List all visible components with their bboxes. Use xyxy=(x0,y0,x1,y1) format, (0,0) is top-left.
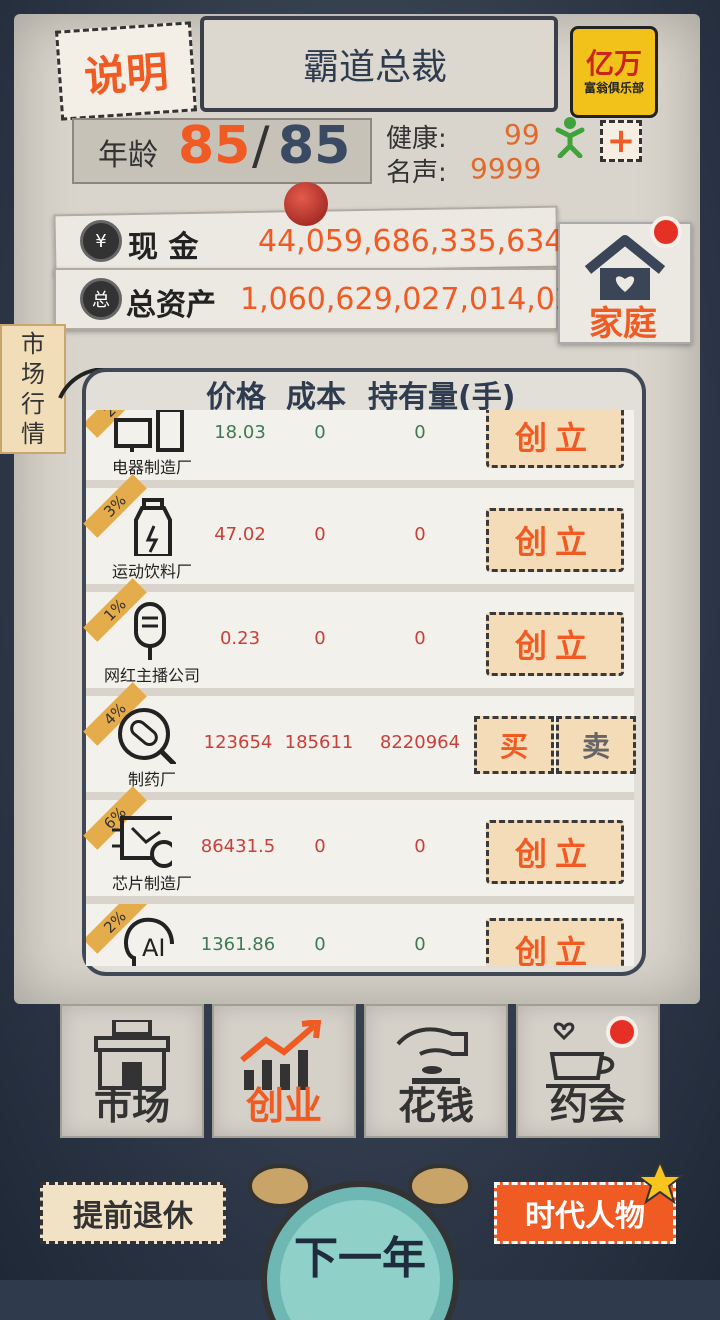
coins-stack-icon: 总 xyxy=(80,278,122,320)
buy-button[interactable]: 买 xyxy=(474,716,554,774)
create-button[interactable]: 创立 xyxy=(486,508,624,572)
item-price: 0.23 xyxy=(219,628,261,649)
sell-button[interactable]: 卖 xyxy=(556,716,636,774)
item-price: 1361.86 xyxy=(200,934,276,955)
item-holding: 8220964 xyxy=(379,732,461,753)
age-max: 85 xyxy=(278,116,351,176)
page-title: 霸道总裁 xyxy=(302,47,447,88)
age-label: 年龄 xyxy=(98,138,158,173)
home-label: 家庭 xyxy=(589,304,657,344)
club-subtitle: 富翁俱乐部 xyxy=(583,80,644,95)
create-button[interactable]: 创立 xyxy=(486,918,624,966)
ai-icon: AI xyxy=(123,917,174,966)
nav-label: 市场 xyxy=(93,1084,170,1128)
item-name: 制药厂 xyxy=(127,770,176,789)
dating-notification-dot xyxy=(606,1016,638,1048)
item-holding: 0 xyxy=(414,524,426,545)
fame-label: 名声: xyxy=(386,158,447,188)
item-price: 18.03 xyxy=(214,422,266,443)
explain-button[interactable]: 说明 xyxy=(55,21,197,121)
item-cost: 0 xyxy=(314,524,326,545)
factory-icon xyxy=(114,410,184,452)
nav-label: 创业 xyxy=(245,1084,322,1128)
nav-label: 约会 xyxy=(549,1084,626,1128)
item-name: 芯片制造厂 xyxy=(111,874,192,893)
item-cost: 0 xyxy=(314,628,326,649)
list-item: 6% 芯片制造厂 86431.5 0 0 创立 xyxy=(83,786,634,904)
health-value: 99 xyxy=(504,118,540,151)
pushpin-icon xyxy=(284,182,328,226)
item-name: 网红主播公司 xyxy=(103,666,200,685)
health-label: 健康: xyxy=(386,124,447,154)
item-cost: 185611 xyxy=(284,732,354,753)
nav-market[interactable]: 市场 xyxy=(60,1004,204,1138)
bottle-icon xyxy=(134,498,172,556)
create-button[interactable]: 创立 xyxy=(486,820,624,884)
item-holding: 0 xyxy=(414,836,426,857)
item-holding: 0 xyxy=(414,422,426,443)
age-separator: / xyxy=(252,116,270,176)
add-health-button[interactable]: + xyxy=(600,120,642,162)
microphone-icon xyxy=(134,602,166,660)
list-item: 1% 网红主播公司 0.23 0 0 创立 xyxy=(83,578,634,696)
svg-text:AI: AI xyxy=(142,934,166,962)
retire-early-button[interactable]: 提前退休 xyxy=(40,1182,226,1244)
nav-startup[interactable]: 创业 xyxy=(212,1004,356,1138)
age-current: 85 xyxy=(178,116,251,176)
side-tab-char: 市 xyxy=(21,330,45,358)
home-notification-dot xyxy=(650,216,682,248)
list-item: 2% 电器制造厂 18.03 0 0 创立 xyxy=(86,410,634,488)
nav-spend[interactable]: 花钱 xyxy=(364,1004,508,1138)
create-button[interactable]: 创立 xyxy=(486,612,624,676)
club-title: 亿万 xyxy=(585,46,642,80)
assets-value: 1,060,629,027,014,02 xyxy=(240,282,574,317)
item-price: 123654 xyxy=(203,732,273,753)
item-name: 运动饮料厂 xyxy=(111,562,192,581)
chip-icon xyxy=(112,816,172,868)
side-tab-char: 情 xyxy=(21,420,45,448)
create-button[interactable]: 创立 xyxy=(486,410,624,468)
nav-label: 花钱 xyxy=(397,1084,474,1128)
list-item: 3% 运动饮料厂 47.02 0 0 创立 xyxy=(83,474,634,592)
coin-icon: ¥ xyxy=(80,220,122,262)
list-item: 4% 制药厂 123654 185611 8220964 买 卖 xyxy=(83,682,636,800)
item-price: 47.02 xyxy=(214,524,266,545)
item-name: 电器制造厂 xyxy=(111,458,192,477)
person-icon xyxy=(555,117,585,158)
list-item: 2% AI 1361.86 0 0 创立 xyxy=(86,904,634,966)
item-price: 86431.5 xyxy=(200,836,276,857)
item-cost: 0 xyxy=(314,836,326,857)
side-tab-char: 场 xyxy=(21,360,45,388)
billionaire-club-badge[interactable]: 亿万 富翁俱乐部 xyxy=(570,26,658,118)
item-holding: 0 xyxy=(414,934,426,955)
cash-value: 44,059,686,335,634 xyxy=(258,224,564,259)
fame-value: 9999 xyxy=(470,152,542,185)
assets-label: 总资产 xyxy=(126,288,216,323)
cash-label: 现 金 xyxy=(128,230,199,265)
pill-icon xyxy=(118,708,176,764)
side-tab-char: 行 xyxy=(21,390,45,418)
item-cost: 0 xyxy=(314,422,326,443)
item-cost: 0 xyxy=(314,934,326,955)
item-holding: 0 xyxy=(414,628,426,649)
next-year-label[interactable]: 下一年 xyxy=(244,1222,476,1286)
star-icon xyxy=(635,1160,685,1204)
nav-dating[interactable]: 约会 xyxy=(516,1004,660,1138)
